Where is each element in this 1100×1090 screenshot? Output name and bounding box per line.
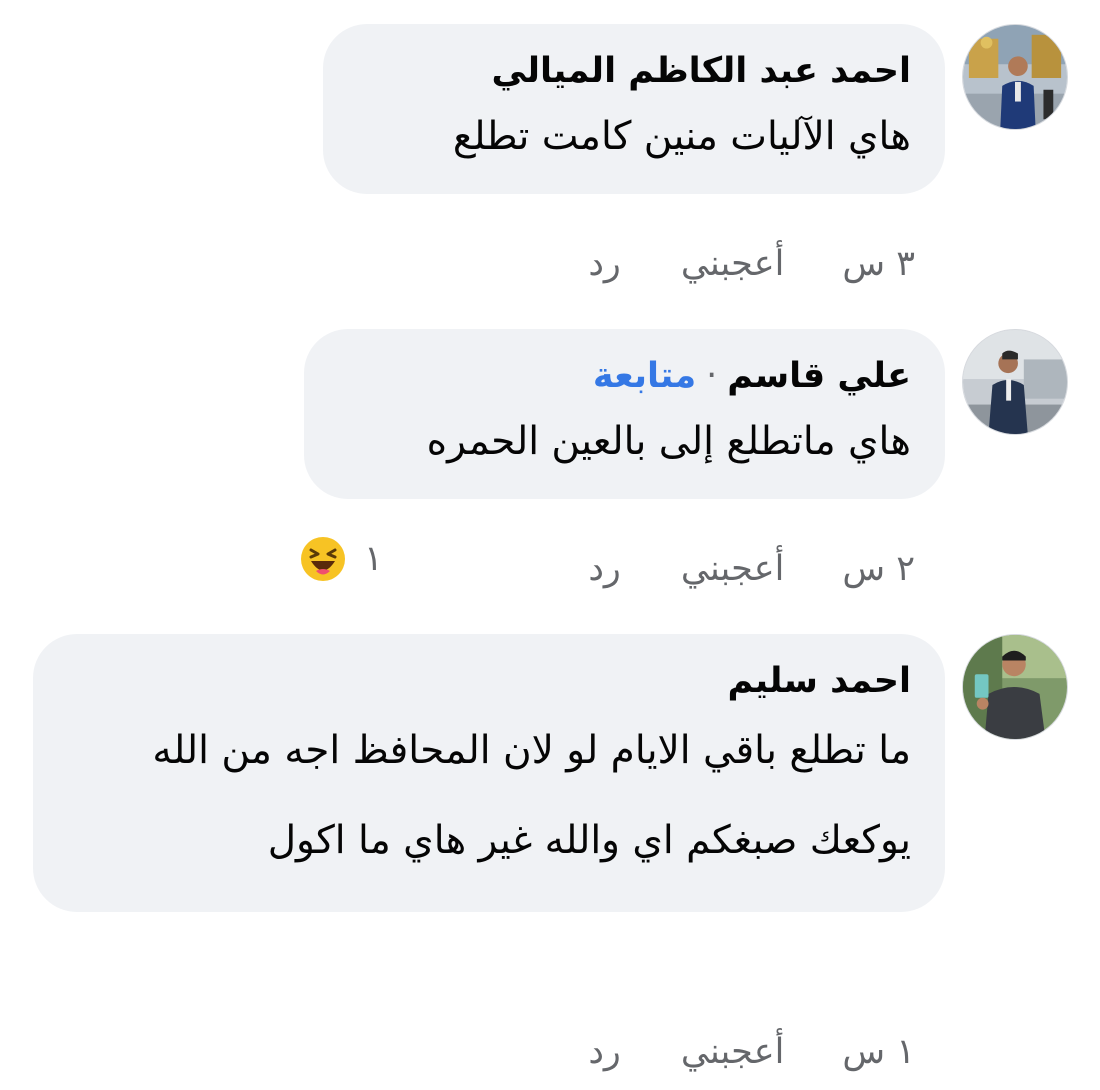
comment-actions: ٣ س أعجبني رد [588, 242, 915, 286]
comment-bubble: علي قاسم·متابعة هاي ماتطلع إلى بالعين ال… [304, 329, 945, 499]
comment-text: ما تطلع باقي الايام لو لان المحافظ اجه م… [152, 728, 911, 863]
comment-author[interactable]: علي قاسم [727, 356, 911, 396]
avatar-photo-icon [963, 635, 1067, 739]
avatar[interactable] [962, 329, 1068, 435]
follow-button[interactable]: متابعة [593, 356, 696, 396]
reply-button[interactable]: رد [588, 547, 621, 591]
like-button[interactable]: أعجبني [681, 1030, 785, 1074]
comment-timestamp[interactable]: ٣ س [842, 242, 915, 286]
comment-timestamp[interactable]: ٢ س [842, 547, 915, 591]
avatar[interactable] [962, 634, 1068, 740]
reaction-count: ١ [364, 539, 383, 579]
comment-author-line: احمد سليم [67, 658, 911, 704]
comment-bubble: احمد عبد الكاظم الميالي هاي الآليات منين… [323, 24, 945, 194]
comment-text: هاي ماتطلع إلى بالعين الحمره [426, 419, 911, 464]
reply-button[interactable]: رد [588, 242, 621, 286]
like-button[interactable]: أعجبني [681, 547, 785, 591]
comment-text: هاي الآليات منين كامت تطلع [452, 114, 911, 159]
avatar[interactable] [962, 24, 1068, 130]
haha-emoji-icon [301, 537, 345, 581]
comment-bubble: احمد سليم ما تطلع باقي الايام لو لان الم… [33, 634, 945, 912]
comment-author-line: علي قاسم·متابعة [338, 353, 911, 399]
comment-actions: ١ س أعجبني رد [588, 1030, 915, 1074]
separator-dot: · [706, 356, 718, 396]
avatar-photo-icon [963, 25, 1067, 129]
comment-author[interactable]: احمد سليم [727, 661, 911, 701]
comment-timestamp[interactable]: ١ س [842, 1030, 915, 1074]
comment-actions: ٢ س أعجبني رد [588, 547, 915, 591]
comment-author[interactable]: احمد عبد الكاظم الميالي [491, 51, 911, 91]
reaction-summary[interactable]: ١ [300, 536, 383, 582]
like-button[interactable]: أعجبني [681, 242, 785, 286]
avatar-photo-icon [963, 330, 1067, 434]
comment-author-line: احمد عبد الكاظم الميالي [357, 48, 911, 94]
reply-button[interactable]: رد [588, 1030, 621, 1074]
